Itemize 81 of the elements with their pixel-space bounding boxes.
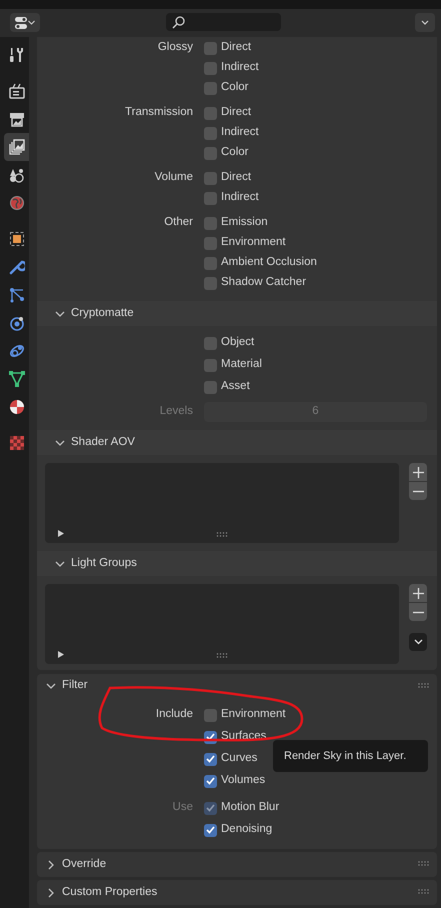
field-label: Levels [158,404,193,420]
checkbox[interactable]: Emission [204,214,268,232]
grip-icon [216,653,228,658]
checkbox[interactable]: Shadow Catcher [204,274,306,292]
check-icon [206,755,215,763]
remove-button[interactable] [409,482,427,500]
checkbox[interactable]: Color [204,79,248,97]
remove-button[interactable] [409,603,427,621]
check-icon [206,733,215,741]
expand-icon [58,651,64,658]
add-button[interactable] [409,463,427,481]
caret-icon [414,639,422,645]
checkbox[interactable]: Ambient Occlusion [204,254,317,272]
tool-icon [8,47,24,63]
search-icon [172,16,185,28]
tooltip: Render Sky in this Layer. [273,740,428,772]
panel-header[interactable]: Filter [37,674,437,698]
field-label: Include [154,707,193,722]
checkbox[interactable]: Volumes [204,772,266,790]
field-label: Transmission [124,105,193,120]
chevron-icon [55,558,65,568]
checkbox[interactable]: Direct [204,104,252,122]
checkbox[interactable]: Direct [204,169,252,187]
checkbox[interactable]: Curves [204,750,258,768]
checker-icon [8,435,24,451]
properties-tab[interactable] [4,133,29,161]
field-label: Glossy [156,40,193,56]
field-label: Other [163,215,193,230]
checkbox[interactable]: Direct [204,39,252,57]
subpanel-header[interactable]: Light Groups [37,551,437,576]
add-button[interactable] [409,584,427,602]
chevron-icon [55,308,65,318]
chevron-icon [46,860,56,870]
checkbox[interactable]: Indirect [204,59,259,77]
checkbox[interactable]: Environment [204,234,286,252]
panel-header[interactable]: Custom Properties [37,880,437,905]
dropdown-button[interactable] [415,13,435,32]
checkbox[interactable]: Asset [204,378,250,396]
checkbox[interactable]: Material [204,356,262,374]
subpanel-header[interactable]: Shader AOV [37,430,437,455]
chevron-icon [46,888,56,898]
expand-icon [58,530,64,537]
camera-icon [8,83,24,99]
check-icon [206,826,215,834]
field-label: Volume [154,170,193,186]
menu-button[interactable] [409,633,427,651]
image-stack-icon [8,139,24,155]
grip-icon [418,861,429,866]
check-icon [206,804,215,812]
sphere-icon [8,399,24,415]
object-cube-icon [8,231,24,247]
checkbox[interactable]: Indirect [204,124,259,142]
particles-icon [8,287,24,303]
search-field[interactable] [166,13,281,31]
subpanel-header[interactable]: Cryptomatte [37,301,437,326]
toggle-icon [15,16,27,28]
field-label: Use [172,800,193,816]
triangle-mesh-icon [8,371,24,387]
chevron-icon [55,438,65,448]
checkbox[interactable]: Object [204,334,254,352]
plus-icon [412,588,424,598]
grip-icon [216,532,228,537]
caret-icon [421,20,429,25]
panel-header[interactable]: Override [37,852,437,877]
wrench-icon [8,259,24,275]
orbit-icon [8,315,24,331]
checkbox[interactable]: Indirect [204,189,259,207]
checkbox[interactable]: Surfaces [204,728,266,746]
caret-icon [28,20,35,25]
editor-type-button[interactable] [10,13,40,32]
grip-icon [418,683,429,688]
checkbox[interactable]: Color [204,144,248,162]
chevron-icon [46,681,56,691]
shapes-icon [8,167,24,183]
grip-icon [418,889,429,894]
printer-icon [8,111,24,127]
plus-icon [412,466,424,478]
check-icon [206,777,215,785]
link-icon [8,343,24,359]
checkbox[interactable]: Environment [204,706,286,724]
globe-icon [8,195,24,211]
